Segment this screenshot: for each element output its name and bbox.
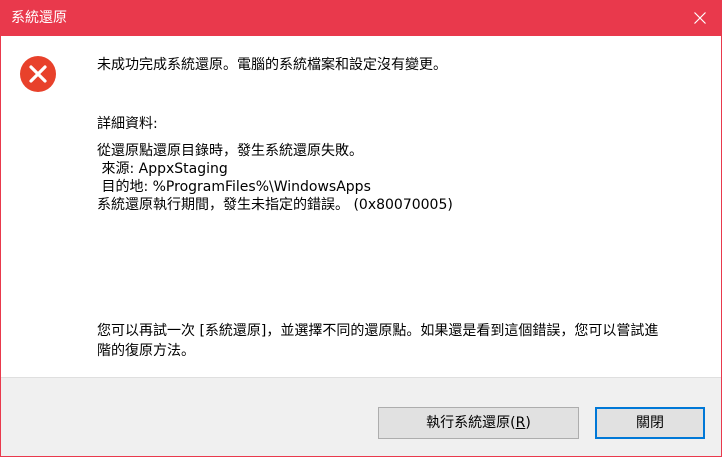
restore-label-prefix: 執行系統還原(	[426, 415, 516, 431]
error-icon	[20, 56, 56, 92]
run-system-restore-button[interactable]: 執行系統還原(R)	[378, 407, 579, 439]
window-close-button[interactable]	[677, 0, 722, 36]
dialog-content: 未成功完成系統還原。電腦的系統檔案和設定沒有變更。 詳細資料: 從還原點還原目錄…	[1, 36, 721, 377]
suggestion-text-line1: 您可以再試一次 [系統還原]，並選擇不同的還原點。如果還是看到這個錯誤，您可以嘗…	[97, 323, 659, 339]
system-restore-dialog: 系統還原 未成功完成系統還原。電腦的系統檔案和設定沒有變更。 詳細資料: 從還原…	[0, 0, 722, 457]
error-headline: 未成功完成系統還原。電腦的系統檔案和設定沒有變更。	[97, 57, 447, 73]
close-button[interactable]: 關閉	[595, 407, 705, 439]
button-bar: 執行系統還原(R) 關閉	[1, 377, 721, 456]
detail-source: 來源: AppxStaging	[97, 161, 228, 177]
detail-error-code: 系統還原執行期間，發生未指定的錯誤。 (0x80070005)	[97, 197, 453, 213]
restore-label-accesskey: R	[515, 415, 526, 431]
suggestion-text-line2: 階的復原方法。	[97, 343, 195, 359]
title-bar[interactable]: 系統還原	[1, 0, 722, 36]
detail-destination: 目的地: %ProgramFiles%\WindowsApps	[97, 179, 371, 195]
window-title: 系統還原	[11, 10, 67, 26]
close-icon	[694, 12, 706, 24]
detail-line: 從還原點還原目錄時，發生系統還原失敗。	[97, 143, 363, 159]
details-label: 詳細資料:	[97, 116, 158, 132]
restore-label-suffix: )	[525, 415, 531, 431]
